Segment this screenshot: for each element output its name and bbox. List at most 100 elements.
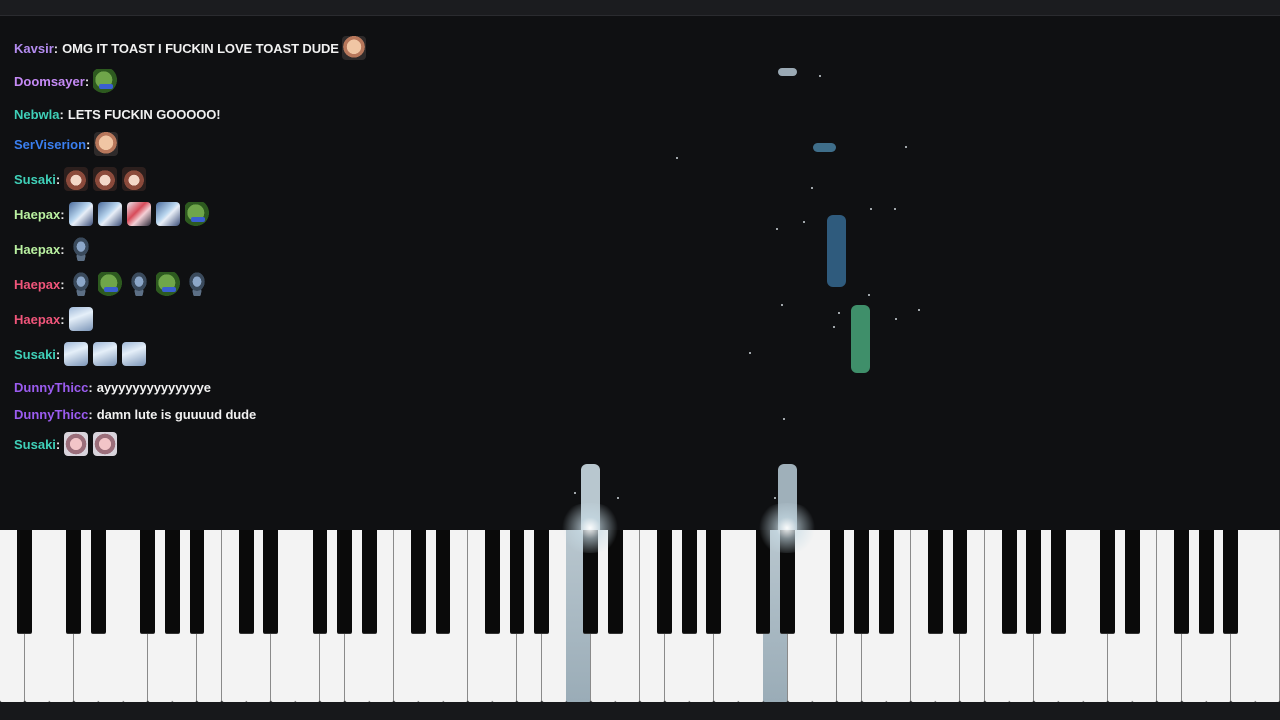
- chat-emotes: [68, 272, 209, 296]
- figure-emote-icon: [184, 272, 209, 296]
- key-glow: [752, 503, 822, 553]
- black-key[interactable]: [361, 530, 377, 633]
- sparkle-particle: [895, 318, 897, 320]
- blue-emote-icon: [68, 307, 93, 331]
- black-key[interactable]: [337, 530, 352, 633]
- black-key[interactable]: [91, 530, 106, 633]
- chat-text: OMG IT TOAST I FUCKIN LOVE TOAST DUDE: [62, 40, 339, 56]
- black-key[interactable]: [928, 530, 943, 633]
- falling-note: [778, 68, 797, 76]
- black-key[interactable]: [484, 530, 500, 633]
- blue-emote-icon: [122, 342, 147, 366]
- key-glow: [555, 503, 625, 553]
- chat-message: DunnyThicc: damn lute is guuuud dude: [14, 400, 256, 428]
- black-key[interactable]: [1124, 530, 1140, 633]
- chat-emotes: [64, 342, 147, 366]
- chat-colon: :: [86, 136, 91, 152]
- chat-username: Haepax: [14, 206, 61, 222]
- black-key[interactable]: [854, 530, 869, 633]
- chat-username: Susaki: [14, 346, 56, 362]
- sparkle-particle: [781, 304, 783, 306]
- chat-username: Haepax: [14, 311, 61, 327]
- frog-emote-icon: [93, 69, 118, 93]
- frog-emote-icon: [97, 272, 122, 296]
- face-emote-icon: [341, 36, 366, 60]
- black-key[interactable]: [435, 530, 451, 633]
- chat-emotes: [94, 132, 119, 156]
- anime-emote-icon: [68, 202, 93, 226]
- black-key[interactable]: [140, 530, 156, 633]
- chat-colon: :: [55, 171, 61, 187]
- chat-username: Kavsir: [14, 40, 54, 56]
- sparkle-particle: [776, 228, 778, 230]
- face-emote-icon: [94, 132, 119, 156]
- black-key[interactable]: [534, 530, 549, 633]
- falling-note: [851, 305, 870, 373]
- black-key[interactable]: [657, 530, 672, 633]
- chat-colon: :: [55, 346, 61, 362]
- chat-emotes: [93, 69, 118, 93]
- black-key[interactable]: [706, 530, 722, 633]
- frog-emote-icon: [184, 202, 209, 226]
- chat-message: Doomsayer:: [14, 67, 118, 95]
- black-key[interactable]: [164, 530, 180, 633]
- chat-colon: :: [88, 379, 93, 395]
- black-key[interactable]: [1198, 530, 1214, 633]
- chat-username: Susaki: [14, 171, 56, 187]
- black-key[interactable]: [952, 530, 968, 633]
- sparkle-particle: [803, 221, 805, 223]
- chat-text: damn lute is guuuud dude: [96, 406, 257, 422]
- black-key[interactable]: [1026, 530, 1042, 633]
- black-key[interactable]: [17, 530, 32, 633]
- chat-message: Nebwla: LETS FUCKIN GOOOOO!: [14, 100, 221, 128]
- girl-emote-icon: [64, 167, 89, 191]
- chat-message: Haepax:: [14, 270, 209, 298]
- pink-emote-icon: [126, 202, 151, 226]
- chat-emotes: [68, 307, 93, 331]
- sparkle-particle: [905, 146, 907, 148]
- black-key[interactable]: [878, 530, 894, 633]
- white-key[interactable]: [1255, 530, 1280, 702]
- black-key[interactable]: [1001, 530, 1017, 633]
- girl-emote-icon: [122, 167, 147, 191]
- chat-emotes: [64, 167, 147, 191]
- figure-emote-icon: [126, 272, 151, 296]
- chat-username: Susaki: [14, 436, 56, 452]
- chat-username: DunnyThicc: [14, 379, 89, 395]
- sparkle-particle: [676, 157, 678, 159]
- black-key[interactable]: [66, 530, 82, 633]
- black-key[interactable]: [1051, 530, 1066, 633]
- black-key[interactable]: [411, 530, 426, 633]
- piano-keyboard: [0, 530, 1280, 702]
- sparkle-particle: [894, 208, 896, 210]
- blue-emote-icon: [93, 342, 118, 366]
- black-key[interactable]: [263, 530, 279, 633]
- sparkle-particle: [918, 309, 920, 311]
- chat-emotes: [68, 202, 209, 226]
- sparkle-particle: [574, 492, 576, 494]
- sparkle-particle: [811, 187, 813, 189]
- blush-emote-icon: [93, 432, 118, 456]
- black-key[interactable]: [681, 530, 697, 633]
- chat-colon: :: [55, 436, 61, 452]
- anime-emote-icon: [97, 202, 122, 226]
- black-key[interactable]: [1223, 530, 1239, 633]
- bottom-bar: [0, 702, 1280, 720]
- chat-colon: :: [88, 406, 93, 422]
- black-key[interactable]: [829, 530, 845, 633]
- black-key[interactable]: [238, 530, 254, 633]
- black-key[interactable]: [312, 530, 328, 633]
- chat-emotes: [64, 432, 118, 456]
- chat-emotes: [341, 36, 366, 60]
- black-key[interactable]: [509, 530, 525, 633]
- sparkle-particle: [617, 497, 619, 499]
- chat-colon: :: [59, 106, 64, 122]
- black-key[interactable]: [1174, 530, 1189, 633]
- chat-emotes: [68, 237, 93, 261]
- chat-colon: :: [60, 206, 65, 222]
- chat-username: DunnyThicc: [14, 406, 89, 422]
- sparkle-particle: [868, 294, 870, 296]
- black-key[interactable]: [1100, 530, 1116, 633]
- sparkle-particle: [870, 208, 872, 210]
- black-key[interactable]: [189, 530, 205, 633]
